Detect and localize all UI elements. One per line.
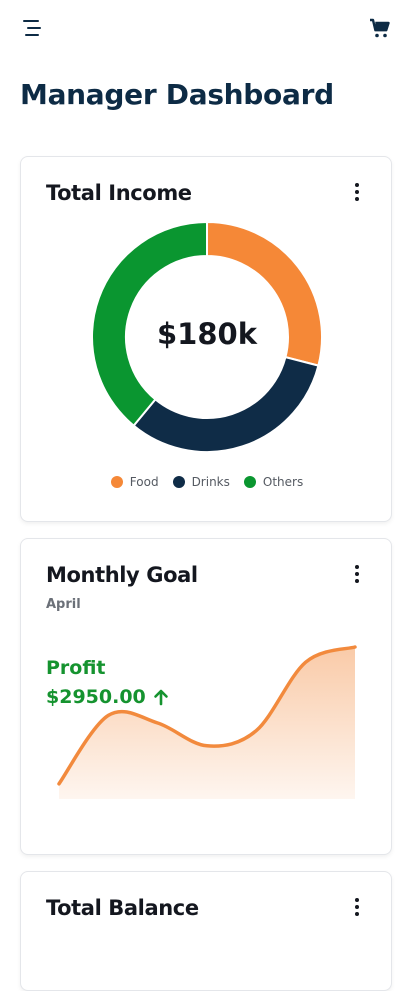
legend-item-food: Food <box>110 475 159 489</box>
shopping-cart-icon[interactable] <box>368 16 392 40</box>
legend-dot <box>243 476 256 488</box>
chart-legend: Food Drinks Others <box>21 475 393 489</box>
total-income-card: Total Income $180k Food Drinks Others <box>20 156 392 522</box>
card-subtitle: April <box>46 597 81 612</box>
top-app-bar <box>0 0 412 60</box>
donut-center-value: $180k <box>157 317 257 351</box>
legend-dot <box>172 476 185 488</box>
profit-value: $2950.00 <box>46 686 146 708</box>
more-vertical-icon[interactable] <box>351 183 363 205</box>
card-title: Monthly Goal <box>46 563 198 587</box>
card-title: Total Income <box>46 181 192 205</box>
legend-item-others: Others <box>243 475 304 489</box>
legend-label: Others <box>262 475 304 489</box>
legend-label: Drinks <box>191 475 230 489</box>
legend-dot <box>110 476 123 488</box>
profit-label: Profit <box>46 657 106 679</box>
page-title: Manager Dashboard <box>20 78 334 111</box>
legend-item-drinks: Drinks <box>172 475 230 489</box>
arrow-up-icon <box>153 689 168 706</box>
card-title: Total Balance <box>46 896 199 920</box>
hamburger-menu-icon[interactable] <box>22 18 44 38</box>
more-vertical-icon[interactable] <box>351 565 363 587</box>
profit-value-row: $2950.00 <box>46 686 170 708</box>
more-vertical-icon[interactable] <box>351 898 363 920</box>
legend-label: Food <box>129 475 159 489</box>
donut-slice-drinks[interactable] <box>132 355 320 453</box>
total-balance-card: Total Balance <box>20 871 392 991</box>
monthly-goal-card: Monthly Goal April Profit $2950.00 <box>20 538 392 855</box>
